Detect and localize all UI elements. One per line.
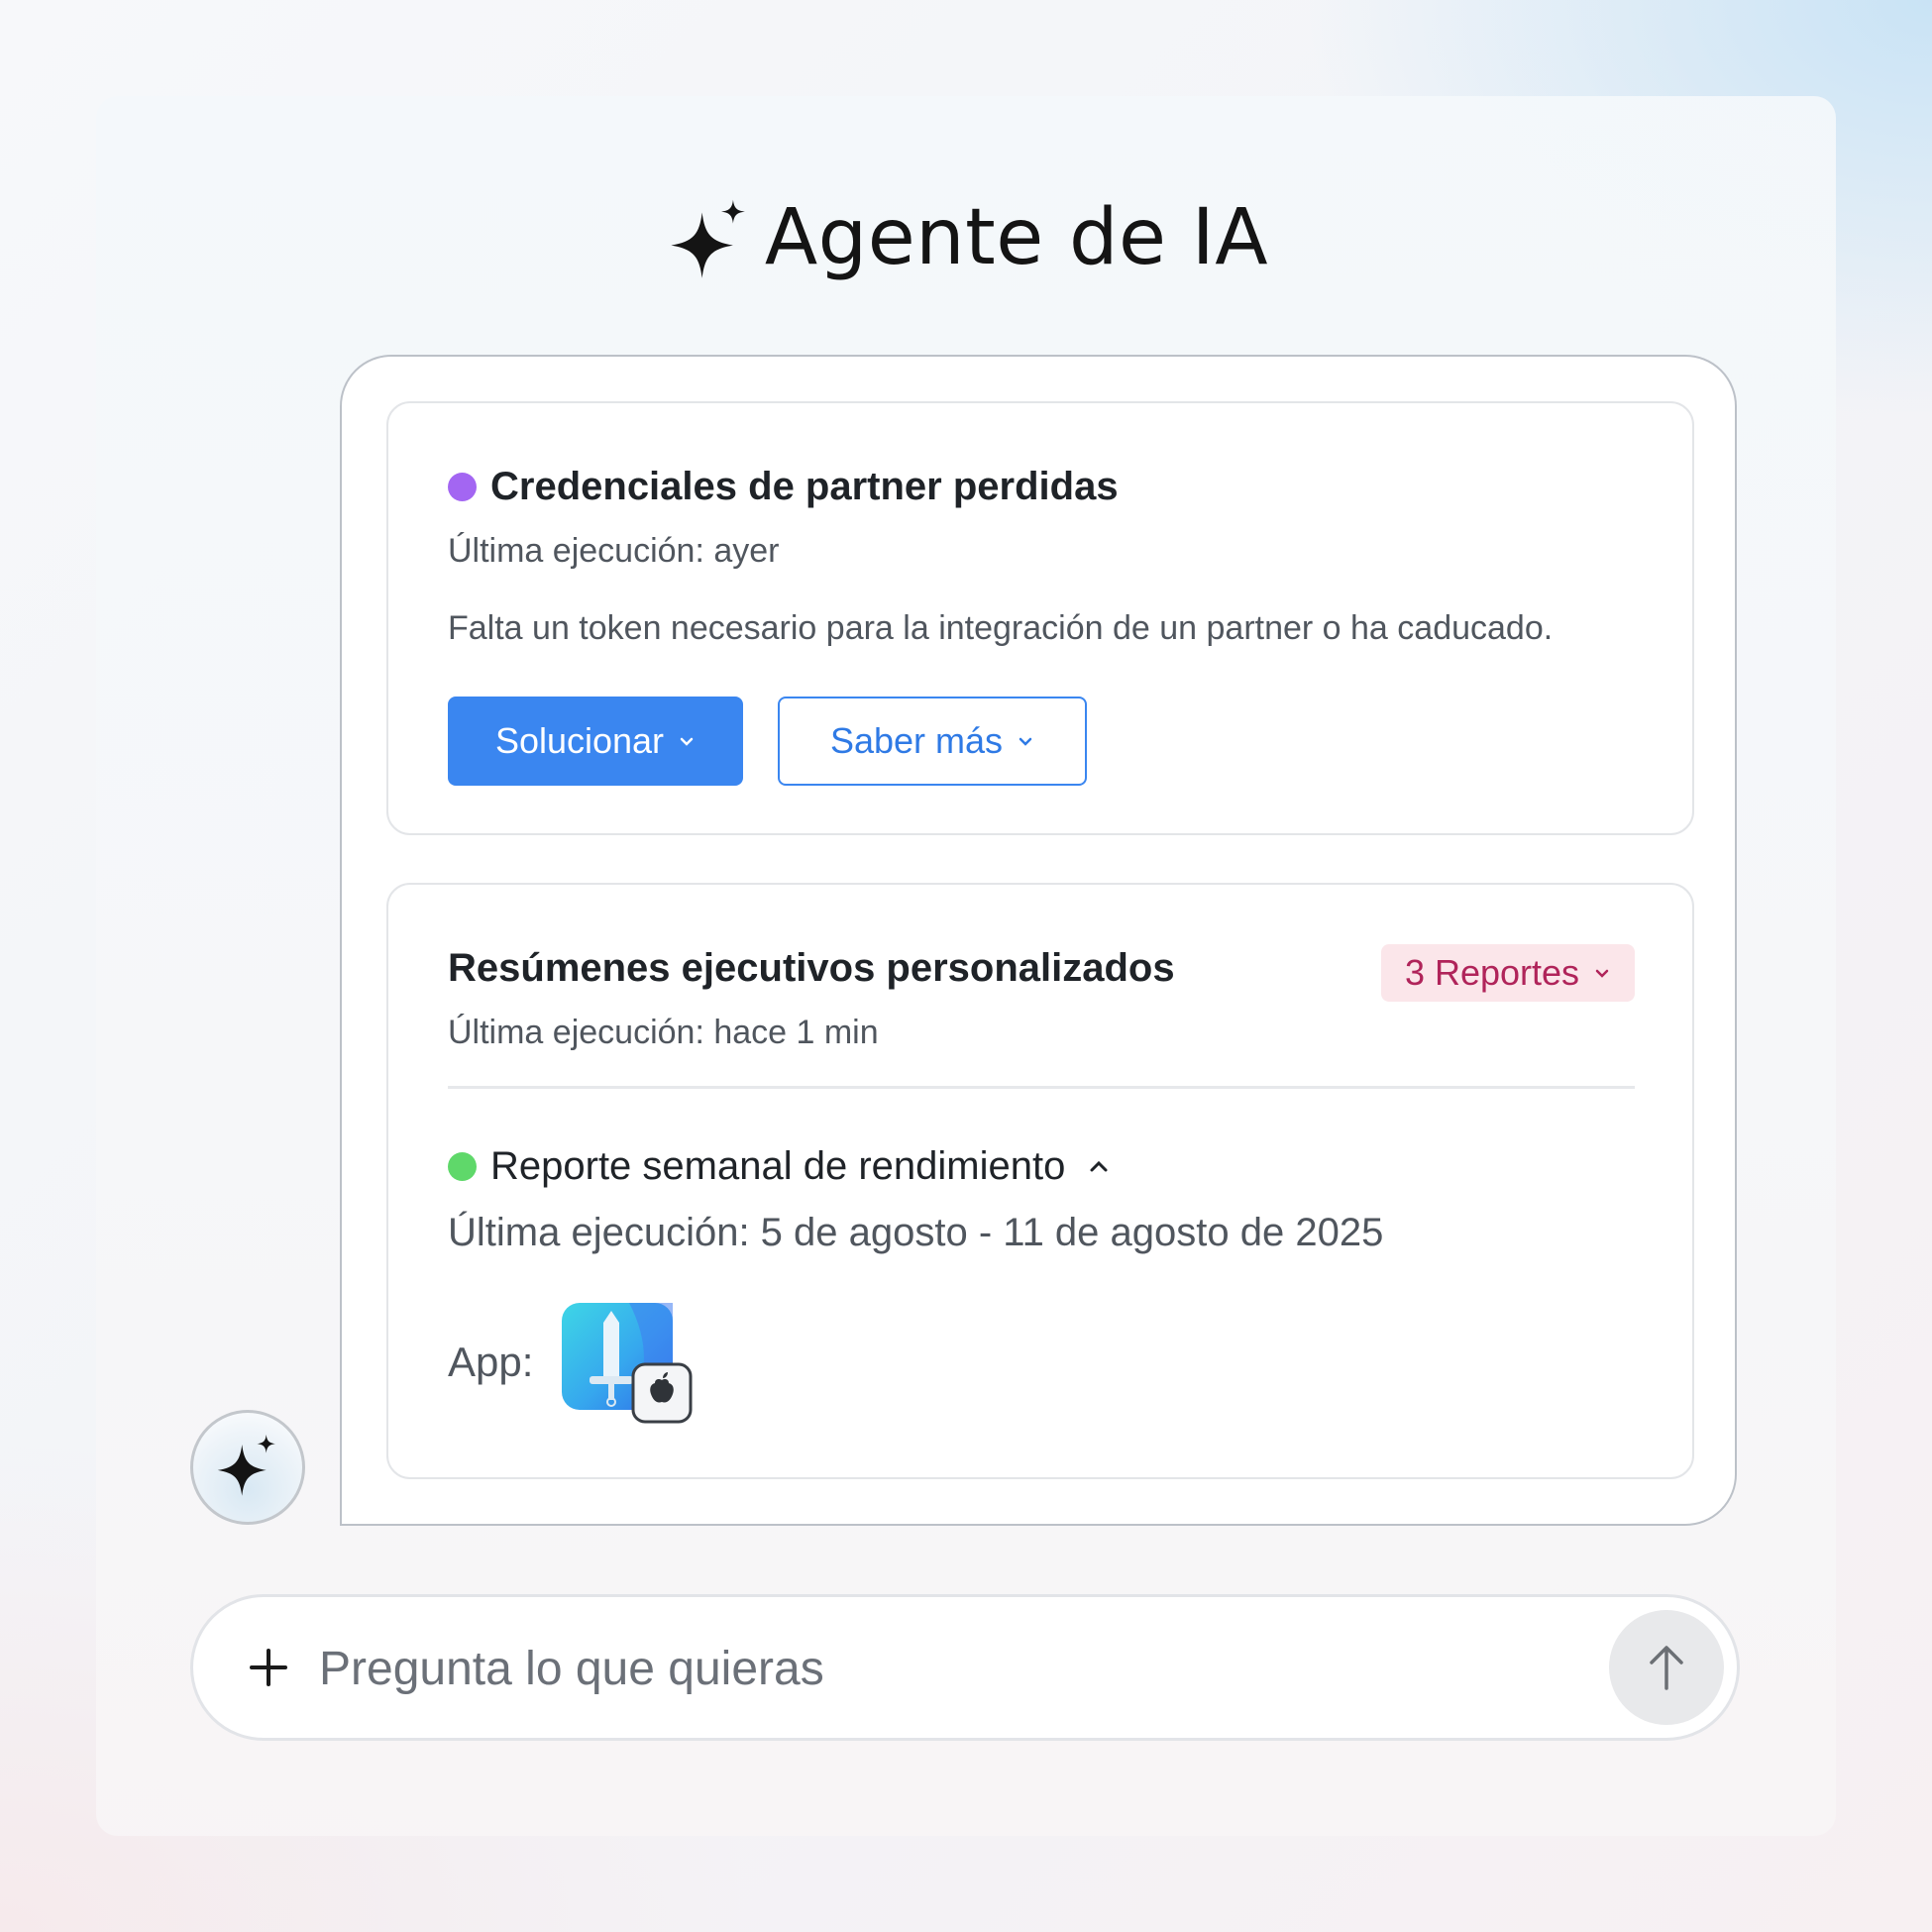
chevron-down-icon <box>1595 969 1609 978</box>
fix-button-label: Solucionar <box>494 720 665 761</box>
alert-description: Falta un token necesario para la integra… <box>448 609 1554 647</box>
summary-title: Resúmenes ejecutivos personalizados <box>448 946 1175 990</box>
reports-badge-label: 3 Reportes <box>1404 952 1580 993</box>
alert-last-run: Última ejecución: ayer <box>448 532 780 570</box>
agent-avatar <box>190 1410 305 1525</box>
summary-title-row: Resúmenes ejecutivos personalizados <box>448 946 1175 991</box>
report-title: Reporte semanal de rendimiento <box>490 1144 1066 1188</box>
reports-badge[interactable]: 3 Reportes <box>1381 944 1635 1002</box>
page-header: Agente de IA <box>0 183 1932 292</box>
summary-last-run: Última ejecución: hace 1 min <box>448 1014 879 1051</box>
sparkle-icon <box>217 1434 276 1496</box>
page-title: Agente de IA <box>764 193 1269 282</box>
status-dot <box>448 1152 477 1181</box>
learn-more-button[interactable]: Saber más <box>778 697 1087 786</box>
learn-more-button-label: Saber más <box>829 720 1004 761</box>
sparkle-icon <box>671 199 745 278</box>
chat-composer <box>190 1594 1740 1741</box>
report-last-run: Última ejecución: 5 de agosto - 11 de ag… <box>448 1211 1384 1254</box>
arrow-up-icon <box>1650 1646 1683 1690</box>
divider <box>448 1086 1635 1089</box>
alert-title: Credenciales de partner perdidas <box>490 465 1119 508</box>
summary-card: Resúmenes ejecutivos personalizados Últi… <box>386 883 1694 1479</box>
chevron-down-icon <box>680 737 694 746</box>
report-title-row[interactable]: Reporte semanal de rendimiento <box>448 1144 1111 1189</box>
fix-button[interactable]: Solucionar <box>448 697 743 786</box>
chevron-up-icon[interactable] <box>1087 1159 1111 1175</box>
status-dot <box>448 473 477 501</box>
send-button[interactable] <box>1609 1610 1724 1725</box>
alert-title-row: Credenciales de partner perdidas <box>448 465 1119 509</box>
chevron-down-icon <box>1019 737 1032 746</box>
app-label: App: <box>448 1339 534 1385</box>
plus-icon[interactable] <box>248 1647 289 1688</box>
chat-input[interactable] <box>317 1622 1490 1715</box>
sword-app-icon[interactable] <box>560 1301 698 1430</box>
alert-card: Credenciales de partner perdidas Última … <box>386 401 1694 835</box>
